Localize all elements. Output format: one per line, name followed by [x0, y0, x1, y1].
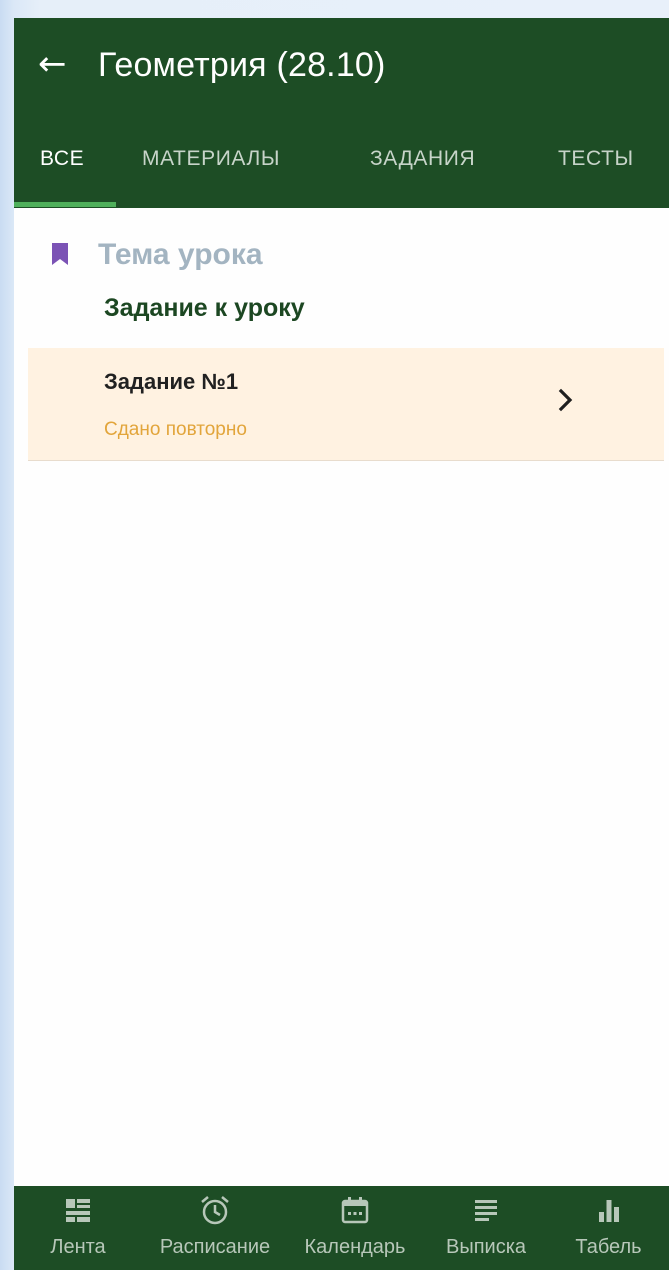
tab-materials[interactable]: МАТЕРИАЛЫ [142, 136, 280, 208]
tab-tests[interactable]: ТЕСТЫ [558, 136, 634, 208]
task-status: Сдано повторно [104, 419, 247, 440]
alarm-clock-icon [201, 1196, 229, 1225]
task-name: Задание №1 [104, 369, 239, 394]
tab-all[interactable]: ВСЕ [40, 136, 84, 208]
feed-icon [66, 1199, 90, 1222]
nav-item-report-card[interactable]: Табель [548, 1186, 669, 1270]
nav-item-calendar[interactable]: Календарь [282, 1186, 428, 1270]
list-icon [475, 1200, 497, 1221]
bar-chart-icon [598, 1200, 619, 1222]
nav-label-report-card: Табель [575, 1236, 642, 1258]
tab-bar: ВСЕ МАТЕРИАЛЫ ЗАДАНИЯ ТЕСТЫ [14, 136, 669, 208]
nav-item-statement[interactable]: Выписка [424, 1186, 548, 1270]
chevron-right-icon [558, 388, 573, 412]
bookmark-icon [52, 243, 68, 265]
tab-indicator [14, 202, 116, 207]
bottom-navigation: Лента Расписание Календарь Выписка Табел… [14, 1186, 669, 1270]
back-button[interactable]: ← [38, 44, 78, 84]
tab-tasks[interactable]: ЗАДАНИЯ [370, 136, 475, 208]
nav-label-feed: Лента [50, 1236, 106, 1258]
topic-label: Тема урока [98, 238, 263, 271]
arrow-left-icon: ← [38, 44, 67, 84]
calendar-icon [341, 1197, 369, 1224]
app-bar: ← Геометрия (28.10) ВСЕ МАТЕРИАЛЫ ЗАДАНИ… [14, 18, 669, 208]
page-title: Геометрия (28.10) [98, 46, 386, 84]
nav-item-feed[interactable]: Лента [14, 1186, 142, 1270]
nav-label-statement: Выписка [445, 1236, 527, 1258]
section-title: Задание к уроку [104, 294, 305, 322]
nav-label-calendar: Календарь [304, 1236, 406, 1258]
nav-item-schedule[interactable]: Расписание [142, 1186, 288, 1270]
task-card[interactable]: Задание №1 Сдано повторно [28, 348, 664, 461]
phone-screen: ← Геометрия (28.10) ВСЕ МАТЕРИАЛЫ ЗАДАНИ… [14, 18, 669, 1270]
nav-label-schedule: Расписание [159, 1236, 271, 1258]
